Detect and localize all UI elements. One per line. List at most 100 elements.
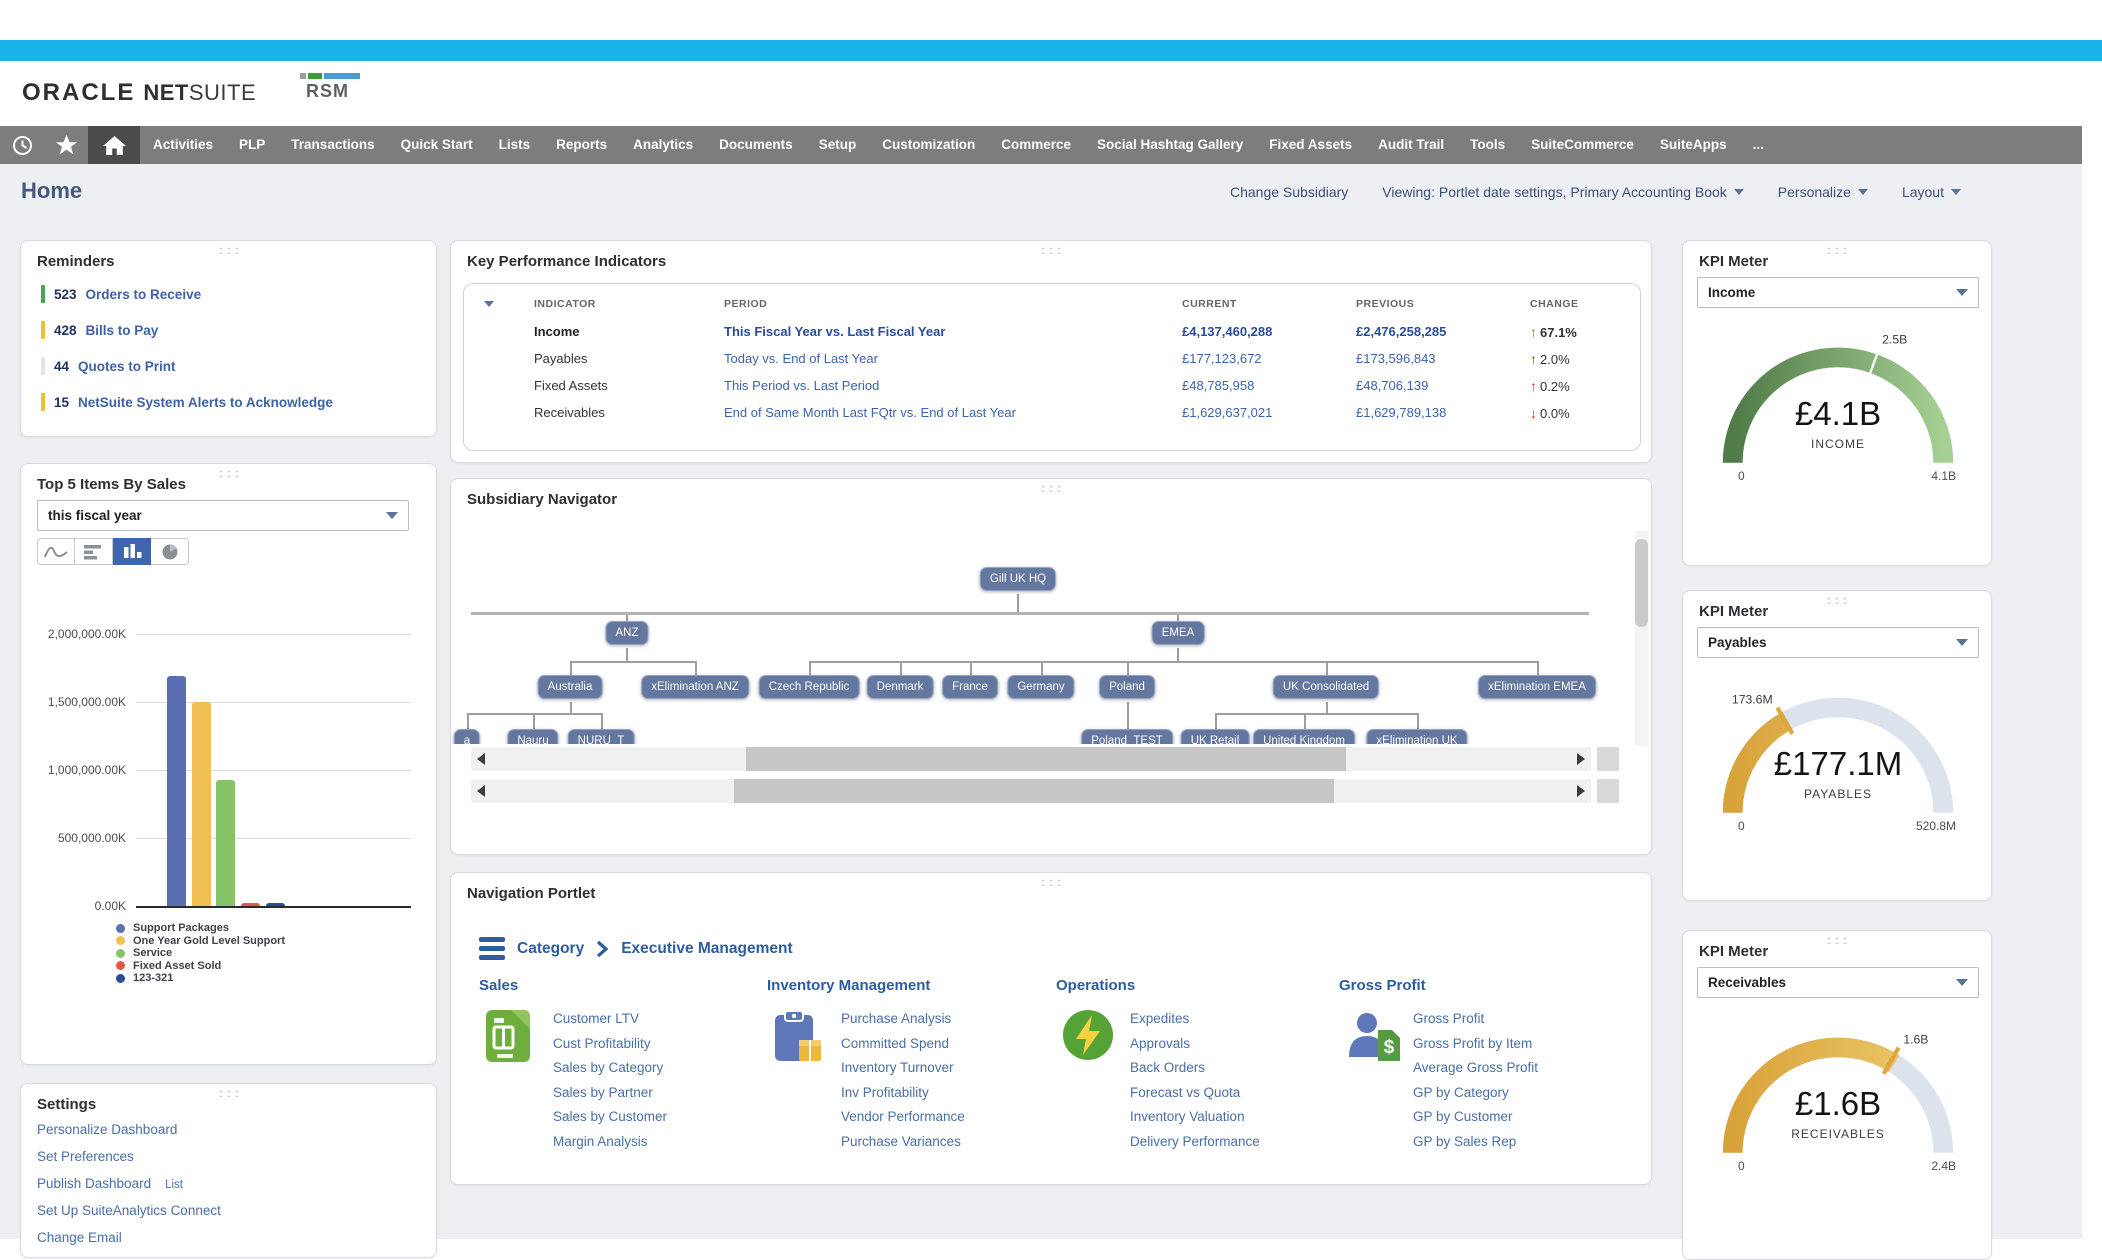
reminder-link[interactable]: Bills to Pay xyxy=(86,323,159,338)
settings-link-set-preferences[interactable]: Set Preferences xyxy=(37,1149,134,1164)
vertical-scrollbar[interactable] xyxy=(1635,531,1648,746)
scrollbar-thumb[interactable] xyxy=(746,747,1346,771)
scroll-left-icon[interactable] xyxy=(477,753,485,765)
scroll-right-icon[interactable] xyxy=(1577,785,1585,797)
layout-menu[interactable]: Layout xyxy=(1902,184,1961,200)
subsidiary-node-xelimination-uk[interactable]: xElimination UK xyxy=(1366,729,1467,744)
kpi-meter-select[interactable]: Payables xyxy=(1697,627,1979,658)
nav-item-customization[interactable]: Customization xyxy=(869,126,988,164)
nav-item-quick-start[interactable]: Quick Start xyxy=(388,126,486,164)
nav-item-audit-trail[interactable]: Audit Trail xyxy=(1365,126,1457,164)
kpi-period-link[interactable]: End of Same Month Last FQtr vs. End of L… xyxy=(724,405,1016,420)
nav-link-gross-profit-by-item[interactable]: Gross Profit by Item xyxy=(1413,1032,1538,1057)
subsidiary-node-xelimination-anz[interactable]: xElimination ANZ xyxy=(641,675,749,699)
scroll-left-icon[interactable] xyxy=(477,785,485,797)
subsidiary-node-emea[interactable]: EMEA xyxy=(1152,621,1205,645)
scroll-right-icon[interactable] xyxy=(1577,753,1585,765)
nav-item-tools[interactable]: Tools xyxy=(1457,126,1518,164)
nav-link-sales-by-customer[interactable]: Sales by Customer xyxy=(553,1105,667,1130)
drag-handle-icon[interactable] xyxy=(1825,246,1849,254)
reminder-link[interactable]: Quotes to Print xyxy=(78,359,176,374)
settings-link-publish-dashboard[interactable]: Publish DashboardList xyxy=(37,1176,183,1191)
nav-item-reports[interactable]: Reports xyxy=(543,126,620,164)
nav-item-transactions[interactable]: Transactions xyxy=(278,126,387,164)
drag-handle-icon[interactable] xyxy=(217,469,241,477)
subsidiary-node-uk-retail[interactable]: UK Retail xyxy=(1181,729,1250,744)
kpi-previous-link[interactable]: £173,596,843 xyxy=(1356,351,1436,366)
bar-service[interactable] xyxy=(216,780,235,907)
subsidiary-node-a[interactable]: a xyxy=(454,729,480,744)
bar-support-packages[interactable] xyxy=(167,676,186,906)
subsidiary-node-anz[interactable]: ANZ xyxy=(606,621,649,645)
kpi-previous-link[interactable]: £2,476,258,285 xyxy=(1356,324,1446,339)
nav-item-fixed-assets[interactable]: Fixed Assets xyxy=(1256,126,1365,164)
nav-link-gp-by-customer[interactable]: GP by Customer xyxy=(1413,1105,1538,1130)
settings-link-publish-dashboard-list[interactable]: List xyxy=(165,1179,183,1191)
nav-link-inventory-valuation[interactable]: Inventory Valuation xyxy=(1130,1105,1260,1130)
nav-link-inv-profitability[interactable]: Inv Profitability xyxy=(841,1081,965,1106)
nav-link-forecast-vs-quota[interactable]: Forecast vs Quota xyxy=(1130,1081,1260,1106)
drag-handle-icon[interactable] xyxy=(217,1089,241,1097)
subsidiary-node-germany[interactable]: Germany xyxy=(1007,675,1074,699)
nav-item-suiteapps[interactable]: SuiteApps xyxy=(1647,126,1740,164)
settings-link-personalize-dashboard[interactable]: Personalize Dashboard xyxy=(37,1122,177,1137)
nav-link-gp-by-category[interactable]: GP by Category xyxy=(1413,1081,1538,1106)
kpi-period-link[interactable]: This Period vs. Last Period xyxy=(724,378,879,393)
kpi-current-link[interactable]: £177,123,672 xyxy=(1182,351,1262,366)
shortcuts-button[interactable] xyxy=(44,126,88,164)
subsidiary-node-uk-consolidated[interactable]: UK Consolidated xyxy=(1273,675,1379,699)
subsidiary-node-france[interactable]: France xyxy=(942,675,998,699)
scrollbar-thumb[interactable] xyxy=(734,779,1334,803)
drag-handle-icon[interactable] xyxy=(217,246,241,254)
nav-link-gp-by-sales-rep[interactable]: GP by Sales Rep xyxy=(1413,1130,1538,1155)
nav-link-gross-profit[interactable]: Gross Profit xyxy=(1413,1007,1538,1032)
date-range-select[interactable]: this fiscal year xyxy=(37,500,409,531)
nav-item-social-hashtag-gallery[interactable]: Social Hashtag Gallery xyxy=(1084,126,1256,164)
subsidiary-node-united-kingdom[interactable]: United Kingdom xyxy=(1253,729,1355,744)
recent-records-button[interactable] xyxy=(0,126,44,164)
reminder-link[interactable]: Orders to Receive xyxy=(86,287,202,302)
kpi-previous-link[interactable]: £1,629,789,138 xyxy=(1356,405,1446,420)
kpi-period-link[interactable]: This Fiscal Year vs. Last Fiscal Year xyxy=(724,324,945,339)
kpi-period-link[interactable]: Today vs. End of Last Year xyxy=(724,351,878,366)
kpi-meter-select[interactable]: Receivables xyxy=(1697,967,1979,998)
nav-link-margin-analysis[interactable]: Margin Analysis xyxy=(553,1130,667,1155)
subsidiary-node-gill-uk-hq[interactable]: Gill UK HQ xyxy=(980,567,1056,591)
nav-link-committed-spend[interactable]: Committed Spend xyxy=(841,1032,965,1057)
nav-item-[interactable]: ... xyxy=(1740,126,1777,164)
nav-item-suitecommerce[interactable]: SuiteCommerce xyxy=(1518,126,1647,164)
drag-handle-icon[interactable] xyxy=(1825,936,1849,944)
menu-icon[interactable] xyxy=(479,937,505,960)
reminder-link[interactable]: NetSuite System Alerts to Acknowledge xyxy=(78,395,333,410)
nav-link-cust-profitability[interactable]: Cust Profitability xyxy=(553,1032,667,1057)
kpi-current-link[interactable]: £4,137,460,288 xyxy=(1182,324,1272,339)
nav-link-sales-by-category[interactable]: Sales by Category xyxy=(553,1056,667,1081)
kpi-filter-caret-icon[interactable] xyxy=(484,301,494,307)
nav-item-documents[interactable]: Documents xyxy=(706,126,806,164)
subsidiary-node-poland-test[interactable]: Poland_TEST xyxy=(1081,729,1173,744)
nav-link-purchase-analysis[interactable]: Purchase Analysis xyxy=(841,1007,965,1032)
breadcrumb-category[interactable]: Category xyxy=(517,940,584,958)
bar-one-year-gold-level-support[interactable] xyxy=(192,702,211,906)
bar-123-321[interactable] xyxy=(266,903,285,906)
nav-link-expedites[interactable]: Expedites xyxy=(1130,1007,1260,1032)
nav-item-setup[interactable]: Setup xyxy=(806,126,870,164)
viewing-dropdown[interactable]: Viewing: Portlet date settings, Primary … xyxy=(1382,184,1743,200)
settings-link-set-up-suiteanalytics-connect[interactable]: Set Up SuiteAnalytics Connect xyxy=(37,1203,221,1218)
bar-fixed-asset-sold[interactable] xyxy=(241,903,260,906)
nav-link-purchase-variances[interactable]: Purchase Variances xyxy=(841,1130,965,1155)
kpi-previous-link[interactable]: £48,706,139 xyxy=(1356,378,1428,393)
nav-link-sales-by-partner[interactable]: Sales by Partner xyxy=(553,1081,667,1106)
subsidiary-node-australia[interactable]: Australia xyxy=(538,675,603,699)
drag-handle-icon[interactable] xyxy=(1039,878,1063,886)
nav-item-activities[interactable]: Activities xyxy=(140,126,226,164)
home-tab[interactable] xyxy=(88,126,140,164)
subsidiary-node-xelimination-emea[interactable]: xElimination EMEA xyxy=(1478,675,1596,699)
subsidiary-node-nuru-t[interactable]: NURU_T xyxy=(568,729,635,744)
kpi-current-link[interactable]: £1,629,637,021 xyxy=(1182,405,1272,420)
drag-handle-icon[interactable] xyxy=(1039,484,1063,492)
personalize-menu[interactable]: Personalize xyxy=(1778,184,1868,200)
nav-item-lists[interactable]: Lists xyxy=(486,126,544,164)
kpi-meter-select[interactable]: Income xyxy=(1697,277,1979,308)
scrollbar-thumb[interactable] xyxy=(1635,539,1648,627)
